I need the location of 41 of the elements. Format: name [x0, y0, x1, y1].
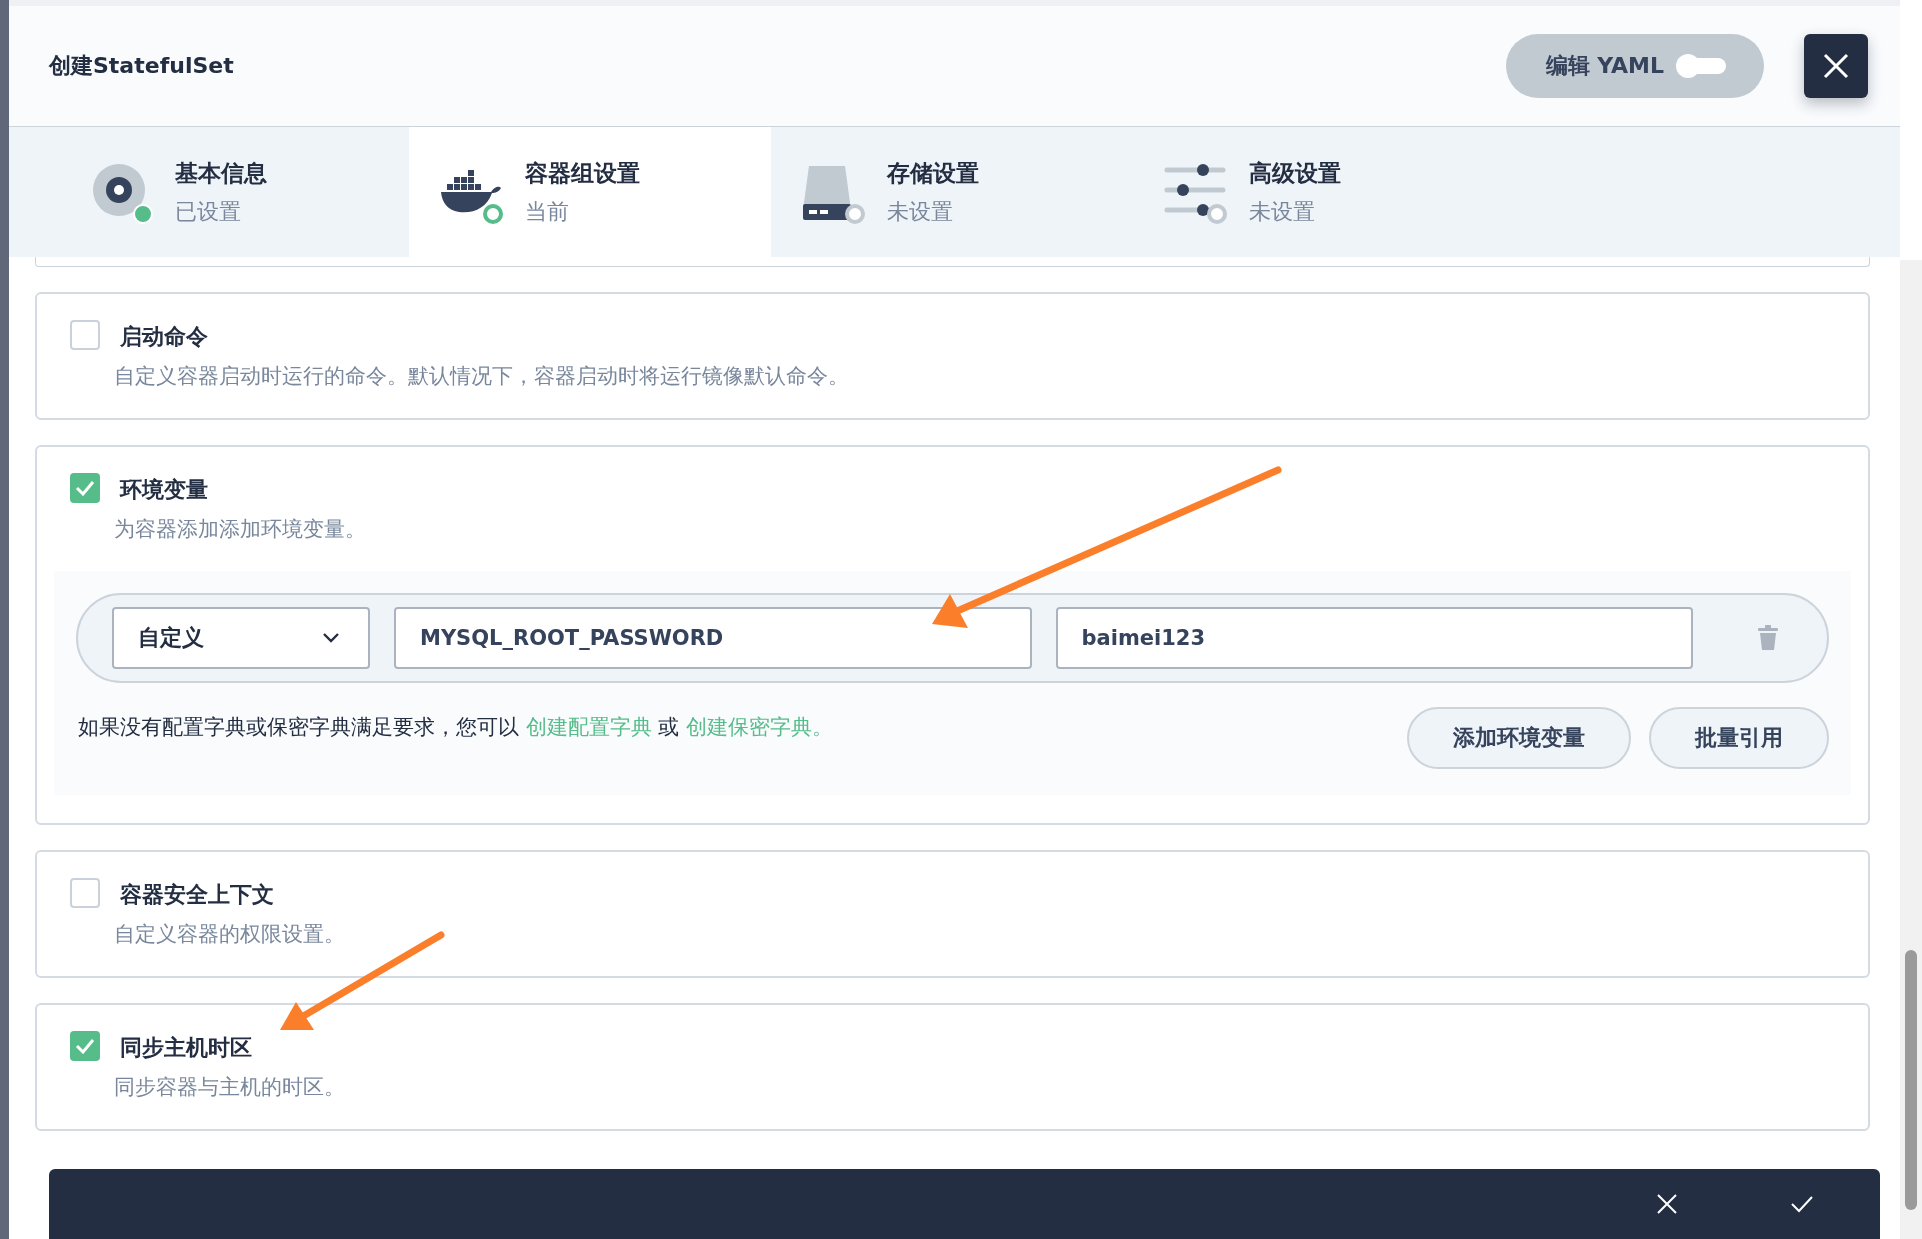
section-title: 环境变量 — [120, 476, 209, 504]
section-title: 启动命令 — [120, 323, 209, 351]
step-title: 容器组设置 — [525, 158, 640, 188]
step-status: 当前 — [525, 197, 570, 226]
action-button[interactable]: 添加环境变量 — [1407, 707, 1631, 769]
section-description: 同步容器与主机的时区。 — [114, 1074, 345, 1101]
scrollbar-thumb[interactable] — [1905, 950, 1917, 1210]
close-button[interactable] — [1804, 34, 1868, 98]
step-tab[interactable]: 基本信息 已设置 — [9, 127, 409, 257]
step-status: 未设置 — [887, 197, 954, 226]
section-description: 为容器添加添加环境变量。 — [114, 516, 366, 543]
chevron-down-icon — [322, 632, 340, 644]
step-title: 基本信息 — [175, 158, 267, 188]
yaml-toggle-button[interactable]: 编辑 YAML — [1505, 34, 1764, 98]
step-title: 存储设置 — [887, 158, 979, 188]
step-tab[interactable]: 容器组设置 当前 — [409, 127, 771, 257]
checkbox[interactable] — [70, 1031, 100, 1061]
step-title: 高级设置 — [1249, 158, 1341, 188]
checkbox[interactable] — [70, 473, 100, 503]
close-icon — [1822, 52, 1850, 80]
check-icon[interactable] — [1790, 1194, 1814, 1214]
check-icon — [75, 480, 95, 496]
hint-text: 如果没有配置字典或保密字典满足要求，您可以 创建配置字典 或 创建保密字典。 — [78, 714, 834, 741]
action-button[interactable]: 批量引用 — [1649, 707, 1829, 769]
section-title: 容器安全上下文 — [120, 881, 275, 909]
window-title: 创建StatefulSet — [49, 52, 235, 80]
name-input-field[interactable]: MYSQL_ROOT_PASSWORD — [394, 607, 1032, 669]
step-tab[interactable]: 存储设置 未设置 — [771, 127, 1133, 257]
check-icon — [75, 1038, 95, 1054]
value-input-field[interactable]: baimei123 — [1055, 607, 1693, 669]
section-title: 同步主机时区 — [120, 1034, 253, 1062]
checkbox[interactable] — [70, 320, 100, 350]
checkbox[interactable] — [70, 878, 100, 908]
section-description: 自定义容器启动时运行的命令。默认情况下，容器启动时将运行镜像默认命令。 — [114, 363, 849, 390]
trash-icon[interactable] — [1757, 625, 1779, 651]
section-description: 自定义容器的权限设置。 — [114, 921, 345, 948]
step-status: 未设置 — [1249, 197, 1316, 226]
step-tab[interactable]: 高级设置 未设置 — [1133, 127, 1495, 257]
close-icon[interactable] — [1656, 1193, 1678, 1215]
step-status: 已设置 — [175, 197, 242, 226]
source-select[interactable]: 自定义 — [112, 607, 370, 669]
